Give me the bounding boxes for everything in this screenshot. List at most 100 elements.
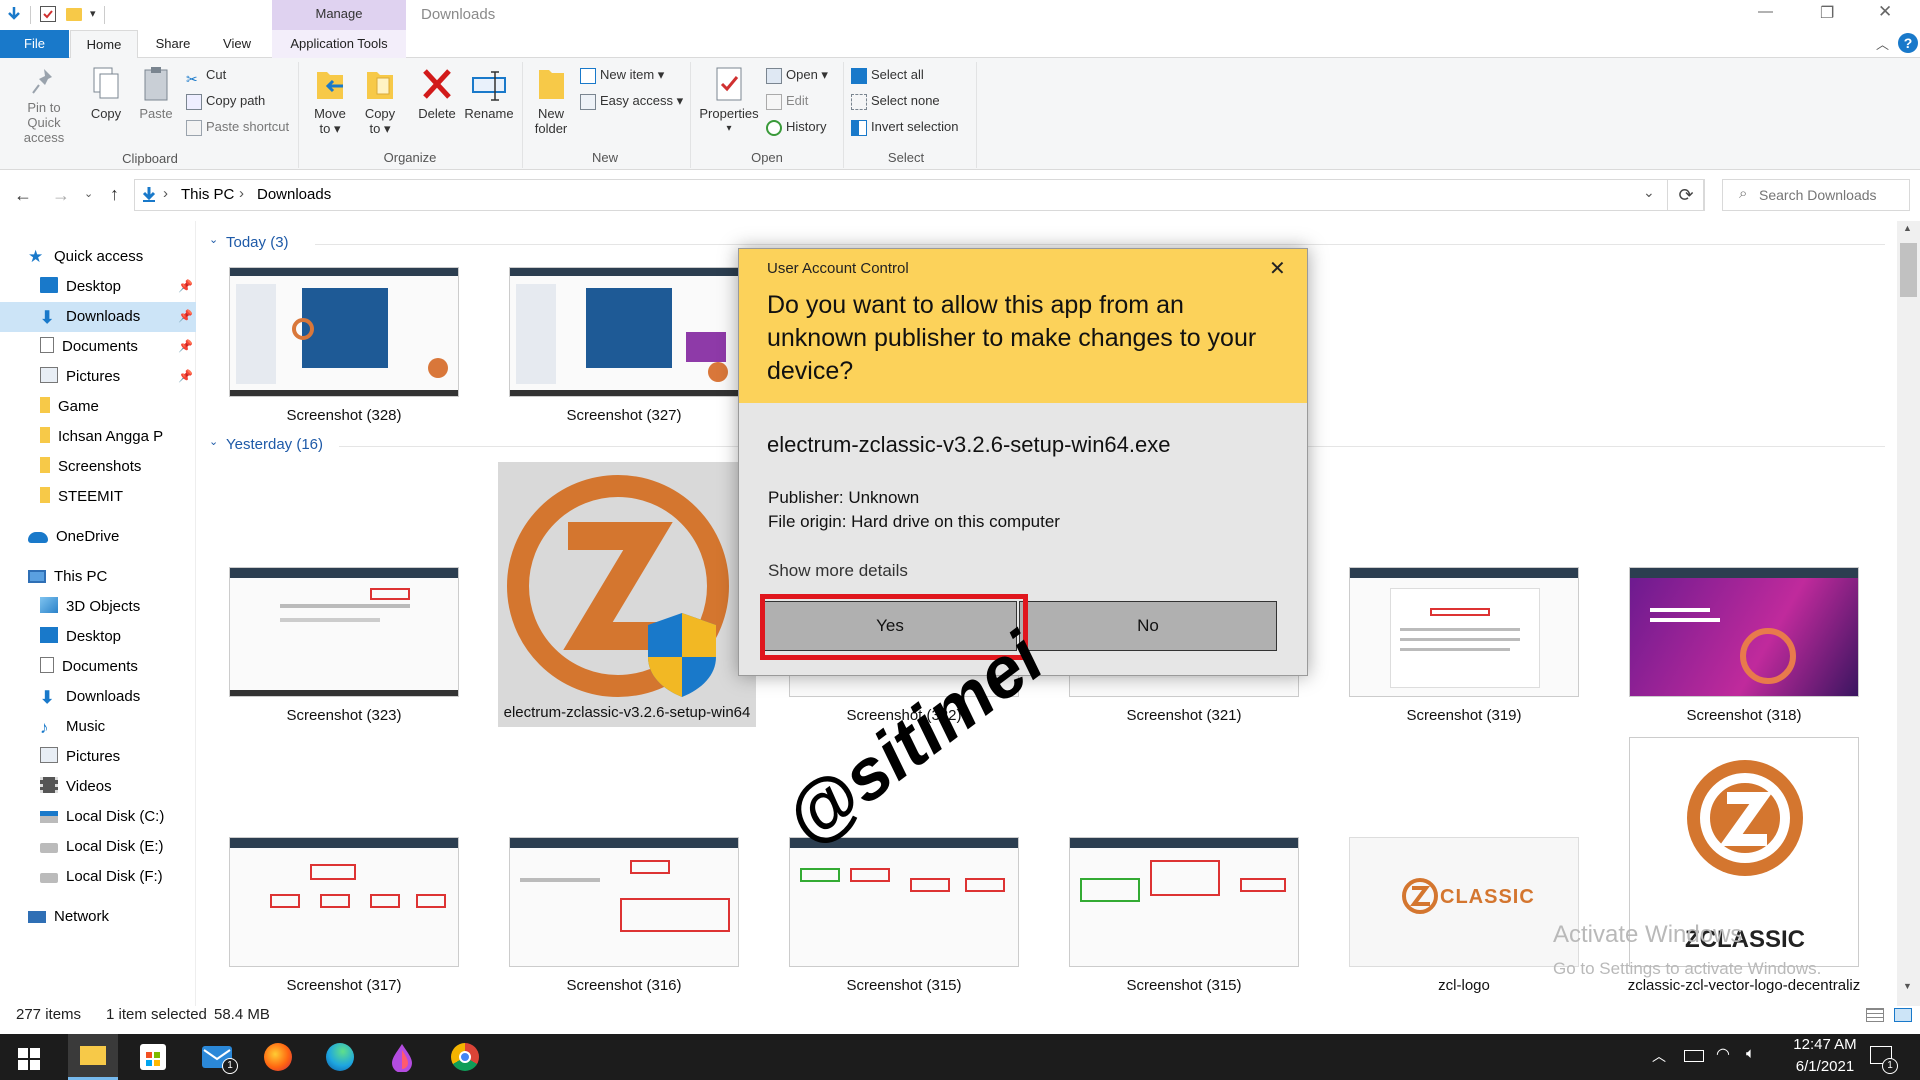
clock-date[interactable]: 6/1/2021 [1780, 1058, 1870, 1075]
sidebar-item-documents-pc[interactable]: Documents [40, 652, 138, 682]
breadcrumb-downloads[interactable]: Downloads [257, 186, 331, 203]
sidebar-item-downloads-pc[interactable]: ⬇ Downloads [40, 682, 140, 712]
cut-button[interactable]: ✂ Cut [186, 64, 226, 87]
copy-button[interactable]: Copy [84, 66, 128, 121]
group-header-today[interactable]: Today (3) [226, 234, 289, 251]
wifi-icon[interactable]: ◠ [1716, 1044, 1730, 1064]
store-bag-icon[interactable] [140, 1044, 166, 1070]
sidebar-item-local-disk-c[interactable]: Local Disk (C:) [40, 802, 164, 832]
forward-arrow-icon[interactable]: → [52, 185, 70, 206]
tab-share[interactable]: Share [146, 30, 200, 58]
down-arrow-icon[interactable] [6, 6, 22, 22]
easy-access-button[interactable]: Easy access ▾ [580, 90, 683, 112]
address-box[interactable]: › This PC › Downloads ⌄ [134, 179, 1704, 211]
uac-no-button[interactable]: No [1019, 601, 1277, 651]
address-history-chevron-icon[interactable]: ⌄ [1643, 184, 1655, 201]
sidebar-item-local-disk-f[interactable]: Local Disk (F:) [40, 862, 163, 892]
sidebar-item-quick-access[interactable]: ★ Quick access [28, 242, 143, 272]
select-all-button[interactable]: Select all [851, 64, 924, 86]
scroll-down-arrow-icon[interactable]: ▼ [1903, 981, 1912, 991]
pin-icon[interactable]: 📌 [178, 369, 193, 383]
pin-icon[interactable]: 📌 [178, 339, 193, 353]
large-icons-view-icon[interactable] [1894, 1008, 1912, 1022]
sidebar-item-pictures-pc[interactable]: Pictures [40, 742, 120, 772]
paste-button[interactable]: Paste [134, 66, 178, 121]
back-arrow-icon[interactable]: ← [14, 185, 32, 206]
battery-icon[interactable] [1684, 1050, 1704, 1062]
taskbar-file-explorer[interactable] [68, 1034, 118, 1080]
clock-time[interactable]: 12:47 AM [1780, 1036, 1870, 1053]
up-arrow-icon[interactable]: ↑ [110, 184, 119, 205]
sidebar-item-this-pc[interactable]: This PC [28, 562, 107, 592]
file-name: Screenshot (315) [1126, 977, 1242, 994]
help-icon[interactable]: ? [1898, 33, 1918, 53]
group-header-yesterday[interactable]: Yesterday (16) [226, 436, 323, 453]
sidebar-item-desktop[interactable]: Desktop [40, 272, 121, 302]
new-item-button[interactable]: New item ▾ [580, 64, 664, 86]
sidebar-item-game[interactable]: Game [40, 392, 99, 422]
vertical-scrollbar[interactable]: ▲ ▼ [1897, 221, 1920, 1006]
chrome-icon[interactable] [451, 1043, 479, 1071]
select-none-button[interactable]: Select none [851, 90, 940, 112]
close-button[interactable]: ✕ [1878, 2, 1892, 22]
search-input[interactable] [1759, 184, 1905, 206]
droplet-app-icon[interactable] [390, 1042, 414, 1073]
new-folder-icon[interactable] [66, 8, 82, 21]
collapse-chevron-icon[interactable]: ⌄ [209, 435, 218, 448]
tab-file[interactable]: File [0, 30, 69, 58]
new-folder-button[interactable]: New folder [530, 66, 572, 136]
sidebar-item-desktop-pc[interactable]: Desktop [40, 622, 121, 652]
sidebar-item-network[interactable]: Network [28, 902, 109, 932]
history-button[interactable]: History [766, 116, 826, 138]
tab-application-tools[interactable]: Application Tools [272, 30, 406, 58]
delete-button[interactable]: Delete [414, 66, 460, 121]
edge-icon[interactable] [326, 1043, 354, 1071]
details-view-icon[interactable] [1866, 1008, 1884, 1022]
tab-home[interactable]: Home [70, 30, 138, 59]
scroll-thumb[interactable] [1900, 243, 1917, 297]
collapse-ribbon-icon[interactable]: ︿ [1876, 34, 1889, 53]
sidebar-item-onedrive[interactable]: OneDrive [28, 522, 119, 552]
pin-icon[interactable]: 📌 [178, 279, 193, 293]
pin-icon[interactable]: 📌 [178, 309, 193, 323]
sidebar-item-music[interactable]: ♪ Music [40, 712, 105, 742]
breadcrumb-this-pc[interactable]: This PC [181, 186, 234, 203]
tab-view[interactable]: View [212, 30, 262, 58]
sidebar-item-videos[interactable]: Videos [40, 772, 112, 802]
edit-button[interactable]: Edit [766, 90, 808, 112]
copy-to-button[interactable]: Copy to ▾ [358, 66, 402, 136]
customize-toolbar-icon[interactable]: ▾ [90, 7, 96, 20]
windows-start-icon[interactable] [18, 1048, 40, 1070]
sidebar-item-screenshots[interactable]: Screenshots [40, 452, 141, 482]
uac-show-more-details[interactable]: Show more details [768, 561, 908, 581]
volume-icon[interactable]: 🔈︎ [1746, 1045, 1755, 1062]
sidebar-item-pictures[interactable]: Pictures [40, 362, 120, 392]
pin-to-quick-access-button[interactable]: Pin to Quick access [4, 66, 84, 145]
search-box[interactable]: ⌕ [1722, 179, 1910, 211]
properties-check-icon[interactable] [40, 6, 56, 22]
rename-button[interactable]: Rename [464, 66, 514, 121]
minimize-button[interactable]: — [1758, 3, 1773, 20]
collapse-chevron-icon[interactable]: ⌄ [209, 233, 218, 246]
invert-selection-button[interactable]: Invert selection [851, 116, 958, 138]
sidebar-item-documents[interactable]: Documents [40, 332, 138, 362]
selected-file-tile[interactable]: electrum-zclassic-v3.2.6-setup-win64 [498, 462, 756, 727]
sidebar-item-3d-objects[interactable]: 3D Objects [40, 592, 140, 622]
uac-close-button[interactable]: ✕ [1269, 256, 1286, 281]
manage-context-tab[interactable]: Manage [272, 0, 406, 30]
paste-shortcut-button[interactable]: Paste shortcut [186, 116, 289, 138]
move-to-button[interactable]: Move to ▾ [308, 66, 352, 136]
restore-button[interactable]: ❐ [1820, 3, 1834, 23]
show-hidden-icons-chevron-icon[interactable]: ︿ [1652, 1046, 1666, 1066]
sidebar-item-downloads[interactable]: ⬇ Downloads [40, 302, 140, 332]
sidebar-item-local-disk-e[interactable]: Local Disk (E:) [40, 832, 164, 862]
recent-locations-icon[interactable]: ⌄ [84, 187, 93, 200]
scroll-up-arrow-icon[interactable]: ▲ [1903, 223, 1912, 233]
properties-button[interactable]: Properties ▾ [696, 66, 762, 136]
refresh-button[interactable]: ⟳ [1667, 179, 1705, 211]
firefox-icon[interactable] [264, 1043, 292, 1071]
sidebar-item-ichsan-angga-p[interactable]: Ichsan Angga P [40, 422, 163, 452]
sidebar-item-steemit[interactable]: STEEMIT [40, 482, 123, 512]
copy-path-button[interactable]: Copy path [186, 90, 265, 112]
open-button[interactable]: Open ▾ [766, 64, 828, 86]
